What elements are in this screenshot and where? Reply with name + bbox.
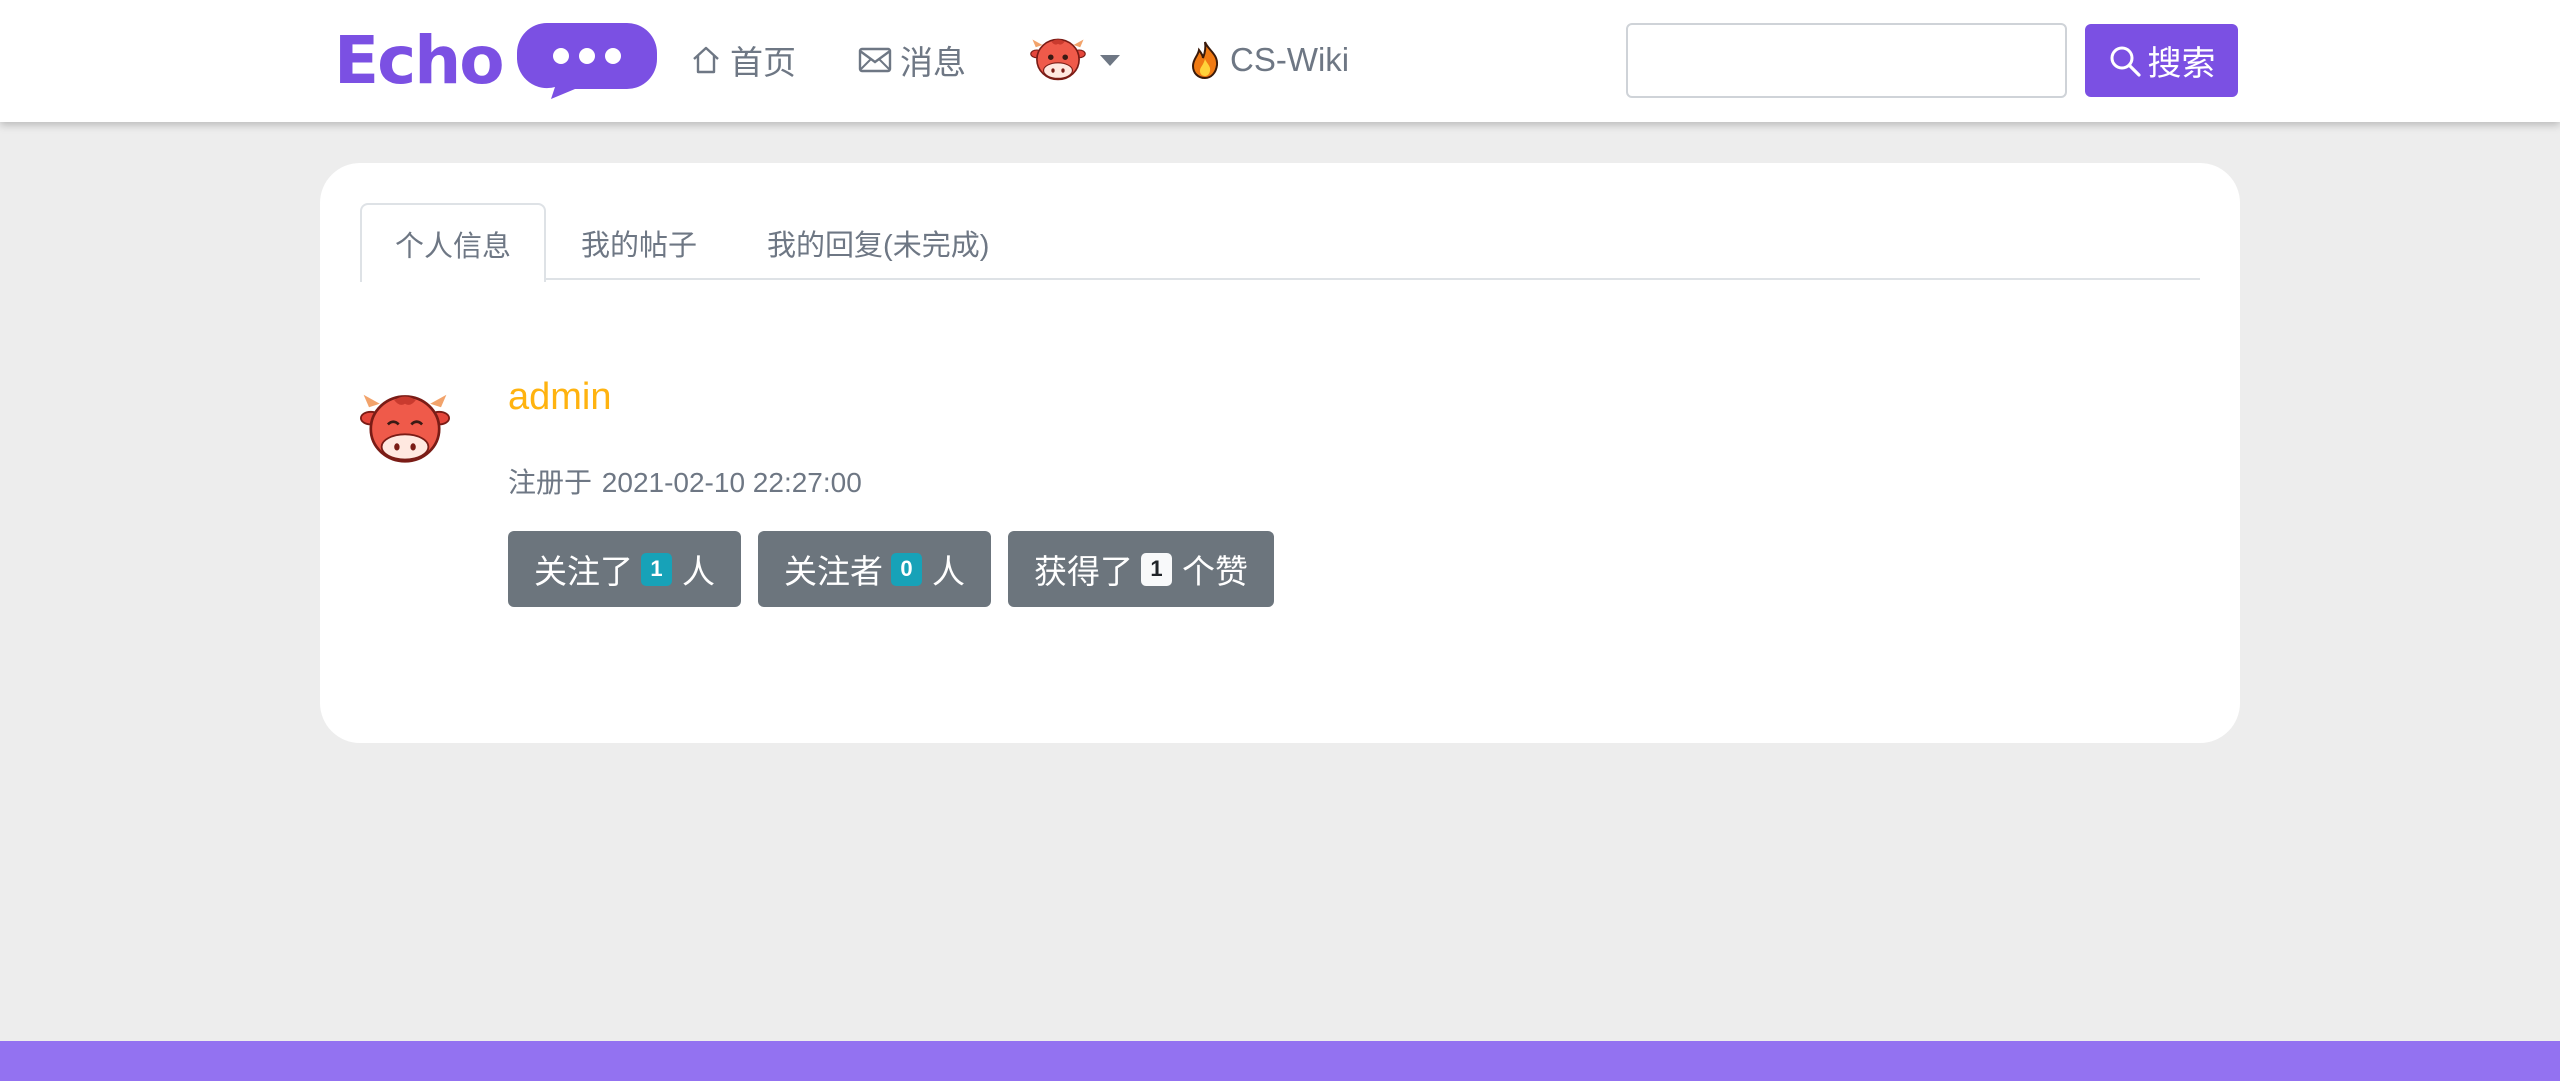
search-icon [2108, 44, 2142, 78]
fire-icon [1191, 41, 1219, 79]
search-button-label: 搜索 [2147, 45, 2216, 83]
likes-button[interactable]: 获得了 1 个赞 [1008, 531, 1274, 607]
envelope-icon [858, 47, 892, 73]
tab-my-replies[interactable]: 我的回复(未完成) [732, 203, 1024, 280]
cow-avatar-icon [1030, 38, 1086, 81]
tab-profile-info[interactable]: 个人信息 [360, 203, 547, 282]
top-navbar: Echo 首页 消息 CS-Wiki 搜索 [0, 0, 2560, 122]
search-button[interactable]: 搜索 [2085, 24, 2238, 97]
register-prefix: 注册于 [508, 467, 593, 498]
followers-count-badge: 0 [891, 552, 922, 586]
followers-button[interactable]: 关注者 0 人 [758, 531, 991, 607]
nav-messages-link[interactable]: 消息 [858, 30, 966, 90]
following-count-badge: 1 [641, 552, 672, 586]
following-prefix: 关注了 [534, 553, 633, 590]
username: admin [508, 376, 612, 418]
following-button[interactable]: 关注了 1 人 [508, 531, 741, 607]
following-suffix: 人 [682, 553, 715, 590]
profile-section: admin 注册于 2021-02-10 22:27:00 关注了 1 人 关注… [360, 376, 2200, 643]
brand-logo[interactable]: Echo [334, 18, 657, 104]
likes-count-badge: 1 [1141, 552, 1172, 586]
nav-home-label: 首页 [730, 44, 796, 81]
register-info: 注册于 2021-02-10 22:27:00 [508, 461, 862, 501]
nav-home-link[interactable]: 首页 [690, 30, 796, 90]
followers-suffix: 人 [932, 553, 965, 590]
avatar[interactable] [360, 383, 450, 473]
user-menu-dropdown[interactable] [1030, 30, 1120, 90]
likes-prefix: 获得了 [1034, 553, 1133, 590]
followers-prefix: 关注者 [784, 553, 883, 590]
nav-wiki-link[interactable]: CS-Wiki [1190, 30, 1349, 90]
nav-messages-label: 消息 [900, 44, 966, 81]
profile-card: 个人信息 我的帖子 我的回复(未完成) admin 注册于 2021-02-10… [320, 163, 2240, 743]
chat-bubble-icon [516, 23, 657, 99]
brand-name: Echo [334, 22, 505, 99]
footer-bar [0, 1041, 2560, 1081]
tab-my-posts[interactable]: 我的帖子 [546, 203, 732, 280]
register-time: 2021-02-10 22:27:00 [601, 467, 862, 498]
likes-suffix: 个赞 [1182, 553, 1248, 590]
profile-tabs: 个人信息 我的帖子 我的回复(未完成) [360, 203, 2200, 282]
home-icon [693, 46, 719, 74]
chevron-down-icon [1100, 54, 1120, 66]
search-input[interactable] [1626, 23, 2067, 98]
nav-wiki-label: CS-Wiki [1230, 41, 1350, 78]
